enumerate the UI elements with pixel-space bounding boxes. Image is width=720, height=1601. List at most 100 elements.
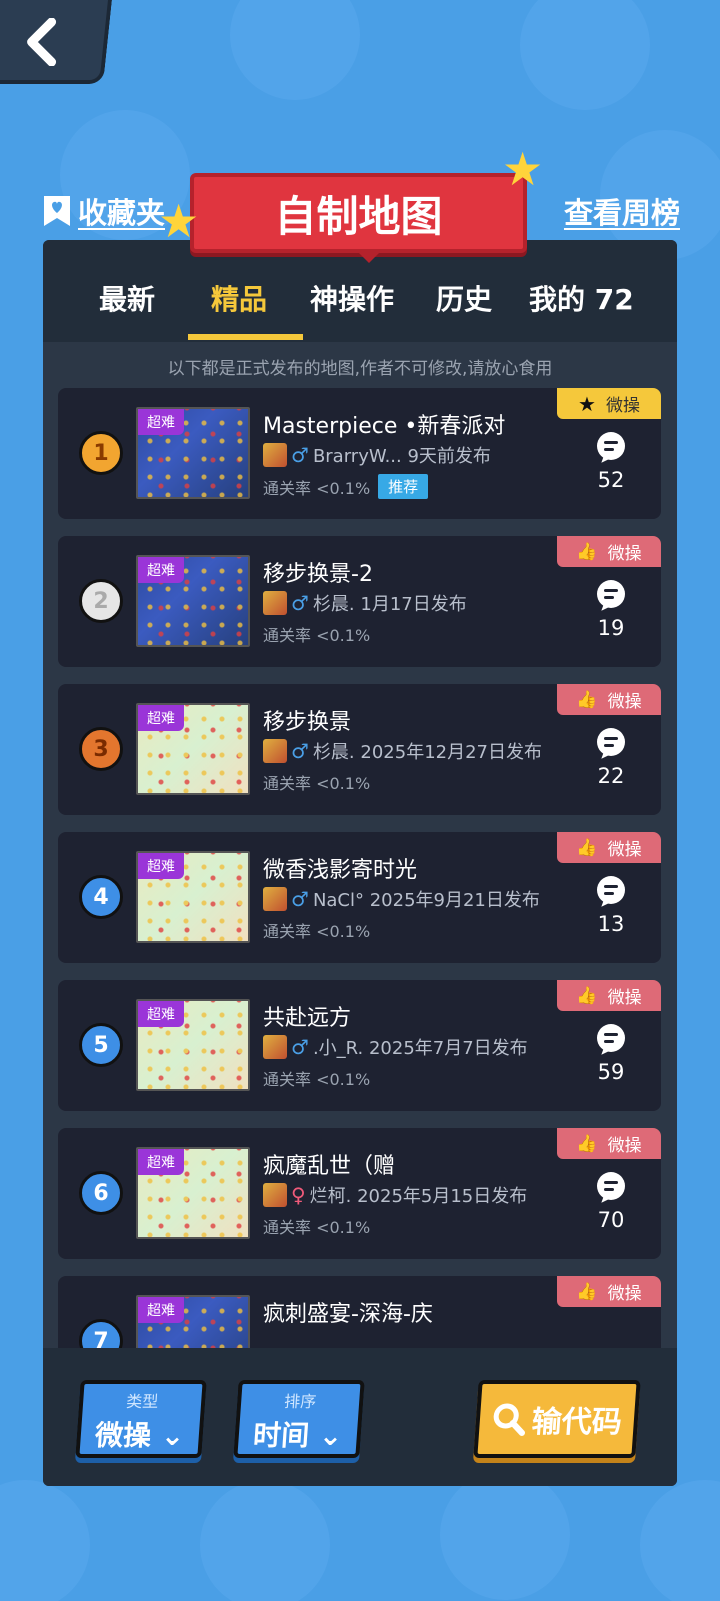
- type-filter-label: 类型: [125, 1392, 159, 1411]
- pass-rate-line: 通关率 <0.1%: [263, 918, 370, 942]
- tab-history[interactable]: 历史: [436, 278, 492, 318]
- map-card[interactable]: 5 超难 共赴远方 ♂ .小_R. 2025年7月7日发布 通关率 <0.1% 👍…: [58, 980, 661, 1111]
- comment-button[interactable]: 22: [583, 728, 639, 788]
- gender-icon: ♂: [291, 739, 309, 763]
- map-thumbnail: 超难: [136, 555, 250, 647]
- enter-code-button[interactable]: 输代码: [473, 1380, 641, 1458]
- page-title-banner: 自制地图: [190, 173, 527, 253]
- pass-rate-line: 通关率 <0.1%: [263, 770, 370, 794]
- map-title: 移步换景-2: [263, 562, 373, 587]
- pass-rate: 通关率 <0.1%: [263, 626, 371, 645]
- map-card[interactable]: 4 超难 微香浅影寄时光 ♂ NaCl° 2025年9月21日发布 通关率 <0.…: [58, 832, 661, 963]
- category-tag: 👍 微操: [557, 1128, 661, 1159]
- week-rank-link[interactable]: 查看周榜: [564, 190, 680, 232]
- rank-badge: 6: [79, 1171, 123, 1215]
- map-card[interactable]: 1 超难 Masterpiece •新春派对 ♂ BrarryW... 9天前发布…: [58, 388, 661, 519]
- rank-badge: 4: [79, 875, 123, 919]
- author-text: 杉晨. 1月17日发布: [312, 594, 467, 615]
- notice-text: 以下都是正式发布的地图,作者不可修改,请放心食用: [167, 358, 553, 379]
- gender-icon: ♂: [291, 1035, 309, 1059]
- thumbs-up-icon: 👍: [576, 985, 598, 1006]
- author-text: 烂柯. 2025年5月15日发布: [309, 1186, 528, 1207]
- category-label: 微操: [607, 988, 642, 1008]
- comment-bubble-icon: [597, 1172, 625, 1200]
- map-thumbnail: 超难: [136, 1147, 250, 1239]
- favorites-label: 收藏夹: [78, 196, 166, 230]
- author-line: ♀ 烂柯. 2025年5月15日发布: [263, 1182, 527, 1208]
- author-line: ♂ 杉晨. 2025年12月27日发布: [263, 738, 542, 764]
- rank-badge: 2: [79, 579, 123, 623]
- rank-badge: 7: [79, 1319, 123, 1348]
- map-title: 微香浅影寄时光: [263, 858, 418, 883]
- thumbs-up-icon: 👍: [576, 689, 598, 710]
- map-thumbnail: 超难: [136, 407, 250, 499]
- tab-latest[interactable]: 最新: [99, 278, 155, 318]
- comment-bubble-icon: [597, 728, 625, 756]
- favorites-link[interactable]: 收藏夹: [42, 190, 165, 232]
- comment-count: 70: [597, 1208, 625, 1232]
- author-line: ♂ 杉晨. 1月17日发布: [263, 590, 467, 616]
- avatar: [263, 1035, 287, 1059]
- map-title: Masterpiece •新春派对: [263, 414, 506, 439]
- active-tab-indicator: [188, 334, 303, 340]
- author-text: 杉晨. 2025年12月27日发布: [312, 742, 542, 763]
- comment-button[interactable]: 59: [583, 1024, 639, 1084]
- sort-button[interactable]: 排序 时间 ⌄: [233, 1380, 365, 1458]
- map-panel: 最新 精品 神操作 历史 我的 72 以下都是正式发布的地图,作者不可修改,请放…: [43, 240, 677, 1486]
- chevron-down-icon: ⌄: [159, 1419, 186, 1452]
- comment-button[interactable]: 19: [583, 580, 639, 640]
- category-tag: 👍 微操: [557, 980, 661, 1011]
- pass-rate: 通关率 <0.1%: [263, 1218, 371, 1237]
- difficulty-badge: 超难: [138, 705, 184, 731]
- comment-bubble-icon: [597, 432, 625, 460]
- map-thumbnail: 超难: [136, 1295, 250, 1348]
- category-label: 微操: [605, 396, 640, 416]
- pass-rate-line: 通关率 <0.1%: [263, 1066, 370, 1090]
- comment-bubble-icon: [597, 580, 625, 608]
- pass-rate: 通关率 <0.1%: [263, 478, 371, 498]
- comment-count: 59: [597, 1060, 625, 1084]
- back-arrow-icon: [27, 18, 57, 66]
- gender-icon: ♂: [291, 443, 309, 467]
- category-tag: 👍 微操: [557, 536, 661, 567]
- difficulty-badge: 超难: [138, 1149, 184, 1175]
- pass-rate-line: 通关率 <0.1%: [263, 1214, 370, 1238]
- gender-icon: ♀: [291, 1183, 306, 1207]
- pass-rate: 通关率 <0.1%: [263, 1070, 371, 1089]
- tab-mine[interactable]: 我的 72: [529, 278, 634, 318]
- map-card[interactable]: 7 超难 疯刺盛宴-深海-庆 👍 微操: [58, 1276, 661, 1348]
- avatar: [263, 739, 287, 763]
- difficulty-badge: 超难: [138, 409, 184, 435]
- tab-featured[interactable]: 精品: [211, 278, 267, 318]
- rank-badge: 1: [79, 431, 123, 475]
- map-thumbnail: 超难: [136, 703, 250, 795]
- pass-rate: 通关率 <0.1%: [263, 774, 371, 793]
- difficulty-badge: 超难: [138, 1001, 184, 1027]
- map-list[interactable]: 1 超难 Masterpiece •新春派对 ♂ BrarryW... 9天前发布…: [43, 388, 677, 1348]
- tab-skill-play[interactable]: 神操作: [310, 278, 394, 318]
- map-card[interactable]: 3 超难 移步换景 ♂ 杉晨. 2025年12月27日发布 通关率 <0.1% 👍…: [58, 684, 661, 815]
- chevron-down-icon: ⌄: [317, 1419, 344, 1452]
- comment-count: 19: [597, 616, 625, 640]
- category-label: 微操: [607, 1136, 642, 1156]
- difficulty-badge: 超难: [138, 853, 184, 879]
- map-card[interactable]: 2 超难 移步换景-2 ♂ 杉晨. 1月17日发布 通关率 <0.1% 👍 微操 1…: [58, 536, 661, 667]
- back-button[interactable]: [0, 0, 113, 84]
- sort-label: 排序: [283, 1392, 317, 1411]
- comment-count: 52: [597, 468, 625, 492]
- type-filter-button[interactable]: 类型 微操 ⌄: [75, 1380, 207, 1458]
- comment-bubble-icon: [597, 1024, 625, 1052]
- map-card[interactable]: 6 超难 疯魔乱世（赠 ♀ 烂柯. 2025年5月15日发布 通关率 <0.1% …: [58, 1128, 661, 1259]
- map-title: 疯魔乱世（赠: [263, 1154, 396, 1179]
- gender-icon: ♂: [291, 887, 309, 911]
- avatar: [263, 1183, 287, 1207]
- author-text: .小_R. 2025年7月7日发布: [312, 1038, 528, 1059]
- comment-button[interactable]: 13: [583, 876, 639, 936]
- comment-button[interactable]: 70: [583, 1172, 639, 1232]
- category-tag: 👍 微操: [557, 832, 661, 863]
- map-thumbnail: 超难: [136, 851, 250, 943]
- star-icon: ★: [578, 391, 596, 416]
- type-filter-value: 微操 ⌄: [94, 1419, 186, 1452]
- comment-button[interactable]: 52: [583, 432, 639, 492]
- avatar: [263, 443, 287, 467]
